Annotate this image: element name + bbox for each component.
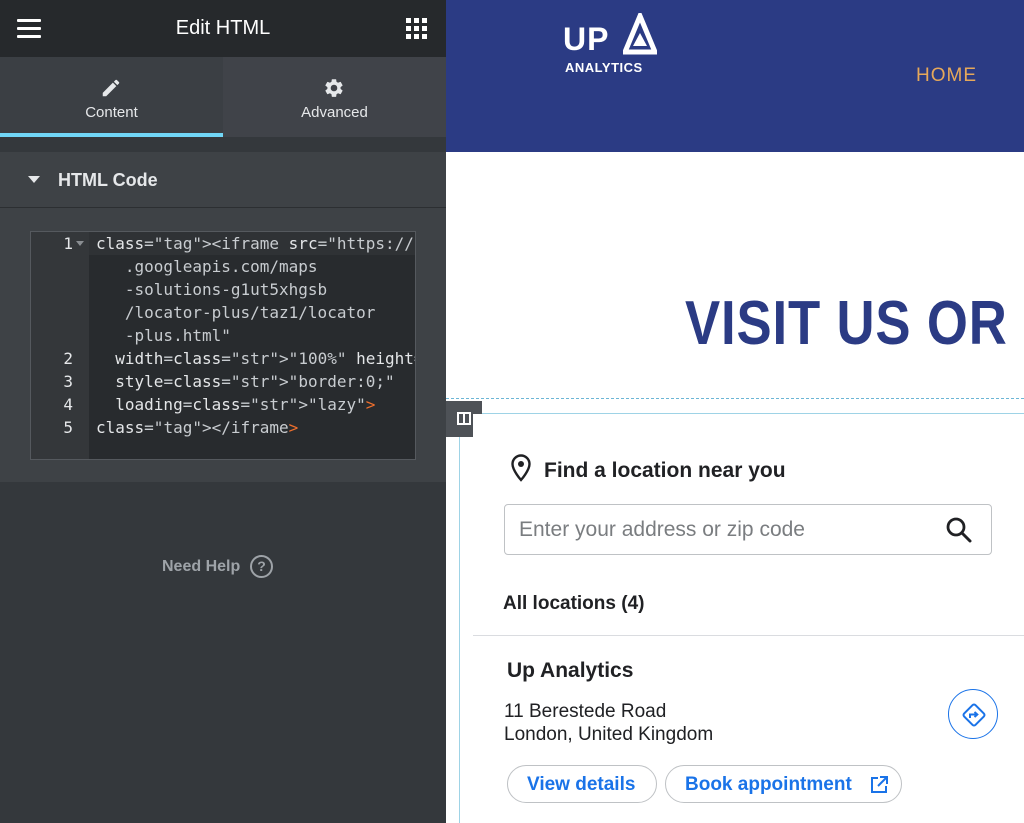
line-number: 5 [63, 418, 73, 437]
location-address-line1: 11 Berestede Road [504, 701, 667, 722]
panel-header: Edit HTML [0, 0, 446, 57]
site-header: UP ANALYTICS HOME [446, 0, 1024, 152]
nav-home-link[interactable]: HOME [916, 65, 977, 87]
address-search-input[interactable] [519, 514, 939, 546]
location-pin-icon [511, 454, 531, 482]
line-number: 4 [63, 395, 73, 414]
tab-content-label: Content [85, 104, 138, 121]
columns-icon [457, 412, 471, 425]
directions-icon [962, 703, 986, 727]
tab-content[interactable]: Content [0, 57, 223, 137]
logo-triangle-icon [623, 13, 657, 55]
view-details-button[interactable]: View details [507, 765, 657, 803]
logo-subtext: ANALYTICS [565, 60, 643, 75]
external-link-icon [871, 776, 888, 793]
search-box [504, 504, 992, 555]
code-area: 1 2 3 4 5 class="tag"><iframe src="https… [0, 208, 446, 482]
directions-button[interactable] [948, 689, 998, 739]
line-number: 3 [63, 372, 73, 391]
line-number: 1 [63, 234, 73, 253]
site-logo[interactable]: UP ANALYTICS [563, 13, 658, 75]
widgets-grid-icon[interactable] [406, 18, 427, 39]
gear-icon [325, 79, 343, 97]
section-title: HTML Code [58, 170, 158, 190]
book-appointment-label: Book appointment [685, 774, 852, 795]
code-line: -solutions-g1ut5xhgsb [96, 280, 328, 299]
find-location-title: Find a location near you [544, 459, 786, 482]
code-line: class="tag"><iframe src="https://storage [96, 234, 415, 253]
location-name[interactable]: Up Analytics [507, 659, 633, 683]
editor-panel: Edit HTML Content Advanced HTML Code 1 2… [0, 0, 446, 823]
search-icon[interactable] [945, 516, 973, 544]
view-details-label: View details [527, 774, 636, 795]
fold-arrow-icon[interactable] [76, 241, 84, 246]
pencil-icon [102, 79, 120, 97]
panel-title: Edit HTML [175, 17, 271, 39]
code-line: loading=class="str">"lazy"> [115, 395, 376, 414]
tab-advanced-label: Advanced [301, 104, 368, 121]
panel-tabs: Content Advanced [0, 57, 446, 137]
line-number: 2 [63, 349, 73, 368]
location-address-line2: London, United Kingdom [504, 724, 714, 745]
all-locations-count: All locations (4) [503, 593, 645, 614]
code-line: style=class="str">"border:0;" [115, 372, 395, 391]
question-circle-icon: ? [250, 555, 273, 578]
store-locator: Find a location near you All locations (… [473, 414, 1024, 823]
html-code-section-toggle[interactable]: HTML Code [0, 152, 446, 208]
code-line: /locator-plus/taz1/locator [96, 303, 376, 322]
code-line: class="tag"></iframe> [96, 418, 299, 437]
logo-text: UP [563, 21, 610, 57]
divider [473, 635, 1024, 636]
code-line: width=class="str">"100%" height=class="s… [115, 349, 415, 368]
page-heading: VISIT US OR [685, 289, 1008, 358]
book-appointment-button[interactable]: Book appointment [665, 765, 902, 803]
caret-down-icon [28, 176, 40, 183]
code-line: .googleapis.com/maps [96, 257, 318, 276]
site-preview: UP ANALYTICS HOME VISIT US OR Find a loc… [446, 0, 1024, 823]
code-editor[interactable]: 1 2 3 4 5 class="tag"><iframe src="https… [30, 231, 416, 460]
need-help-label: Need Help [162, 558, 241, 575]
code-line: -plus.html" [96, 326, 231, 345]
tab-advanced[interactable]: Advanced [223, 57, 446, 137]
